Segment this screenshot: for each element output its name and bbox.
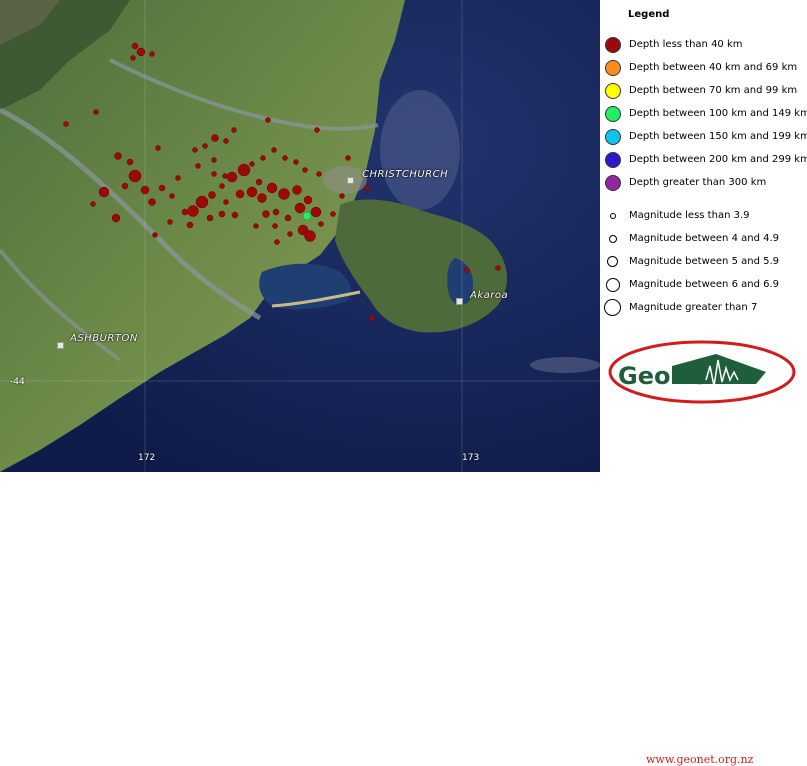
magnitude-circle xyxy=(606,278,620,292)
depth-swatch xyxy=(605,152,621,168)
longitude-label: 172 xyxy=(138,453,156,463)
depth-swatch xyxy=(605,83,621,99)
place-label-ashburton: ASHBURTON xyxy=(70,333,138,344)
magnitude-circle xyxy=(604,299,621,316)
place-label-christchurch: CHRISTCHURCH xyxy=(362,169,449,180)
magnitude-circle xyxy=(607,256,618,267)
akaroa-marker xyxy=(456,298,463,305)
satellite-map[interactable]: CHRISTCHURCH ASHBURTON Akaroa 172 173 -4… xyxy=(0,0,600,472)
geonet-url-link[interactable]: www.geonet.org.nz xyxy=(646,753,753,766)
legend-magnitude-row: Magnitude between 6 and 6.9 xyxy=(600,276,807,296)
legend-depth-row: Depth between 70 km and 99 km xyxy=(600,82,807,102)
legend-magnitude-row: Magnitude between 4 and 4.9 xyxy=(600,230,807,250)
christchurch-marker xyxy=(347,177,354,184)
earthquake-marker-intermediate-depth xyxy=(302,211,312,221)
legend-depth-row: Depth between 40 km and 69 km xyxy=(600,59,807,79)
legend-depth-row: Depth less than 40 km xyxy=(600,36,807,56)
legend-depth-row: Depth greater than 300 km xyxy=(600,174,807,194)
legend-magnitude-row: Magnitude less than 3.9 xyxy=(600,207,807,227)
legend-depth-row: Depth between 200 km and 299 km xyxy=(600,151,807,171)
depth-swatch xyxy=(605,175,621,191)
legend-title: Legend xyxy=(628,9,670,20)
geonet-logo[interactable]: GeoNet www.geonet.org.nz xyxy=(606,336,802,766)
latitude-label: -44 xyxy=(10,377,25,387)
legend-panel: Legend Depth less than 40 km Depth betwe… xyxy=(600,0,807,766)
legend-magnitude-row: Magnitude between 5 and 5.9 xyxy=(600,253,807,273)
depth-swatch xyxy=(605,37,621,53)
longitude-label: 173 xyxy=(462,453,480,463)
depth-swatch xyxy=(605,106,621,122)
ashburton-marker xyxy=(57,342,64,349)
geonet-logo-text: GeoNet xyxy=(618,362,718,390)
place-label-akaroa: Akaroa xyxy=(470,290,509,301)
magnitude-circle xyxy=(609,235,617,243)
depth-swatch xyxy=(605,129,621,145)
magnitude-circle xyxy=(610,213,616,219)
legend-magnitude-row: Magnitude greater than 7 xyxy=(600,299,807,319)
geonet-logo-graphic: GeoNet xyxy=(608,340,796,404)
urban-area xyxy=(323,166,367,194)
map-imagery xyxy=(0,0,600,472)
depth-swatch xyxy=(605,60,621,76)
legend-depth-row: Depth between 150 km and 199 km xyxy=(600,128,807,148)
legend-depth-row: Depth between 100 km and 149 km xyxy=(600,105,807,125)
